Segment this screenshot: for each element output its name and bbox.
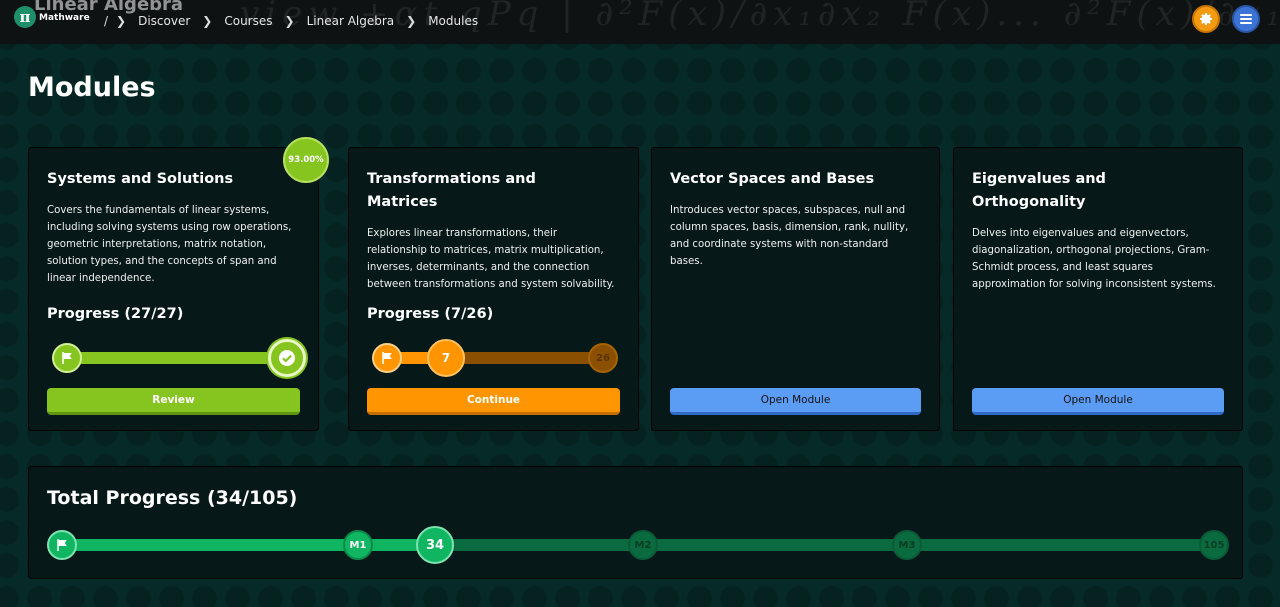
module-card-vector-spaces: Vector Spaces and Bases Introduces vecto…: [651, 147, 940, 431]
review-button[interactable]: Review: [47, 388, 300, 415]
module-progress-track: 7 26: [371, 338, 626, 378]
total-current-node: 34: [416, 526, 454, 564]
pi-logo-icon: π: [14, 6, 36, 28]
module-description: Explores linear transformations, their r…: [367, 228, 615, 290]
menu-button[interactable]: [1232, 5, 1260, 33]
page-title: Modules: [28, 72, 156, 103]
module-title: Transformations and Matrices: [367, 171, 536, 210]
module-description: Delves into eigenvalues and eigenvectors…: [972, 228, 1216, 290]
total-end-node: 105: [1199, 530, 1229, 560]
chevron-right-icon: ❯: [202, 14, 213, 28]
breadcrumb-discover[interactable]: Discover: [138, 14, 190, 28]
module-progress-track: [51, 338, 306, 378]
settings-button[interactable]: [1192, 5, 1220, 33]
module-title: Vector Spaces and Bases: [670, 171, 875, 187]
module-progress-label: Progress (7/26): [367, 306, 494, 322]
milestone-m1: M1: [343, 530, 373, 560]
logo[interactable]: π Mathware: [14, 6, 90, 28]
end-node: 26: [588, 343, 618, 373]
open-module-button[interactable]: Open Module: [972, 388, 1224, 415]
end-node-complete: [268, 339, 306, 377]
chevron-right-icon: ❯: [284, 14, 295, 28]
open-module-button[interactable]: Open Module: [670, 388, 921, 415]
flag-icon: [62, 352, 72, 364]
total-start-node: [47, 530, 77, 560]
progress-fill: [67, 352, 289, 364]
flag-icon: [57, 539, 67, 551]
module-card-systems: 93.00% Systems and Solutions Covers the …: [28, 137, 329, 431]
start-node: [52, 343, 82, 373]
total-progress-track: M1 34 M2 M3 105: [47, 525, 1232, 565]
breadcrumb-linear-algebra[interactable]: Linear Algebra: [307, 14, 395, 28]
total-progress-panel: Total Progress (34/105) M1 34 M2 M3 105: [28, 466, 1243, 579]
top-bar: view +αt qPq | ∂²F(x)/∂x₁∂x₂ F(x)... ∂²F…: [0, 0, 1280, 44]
chevron-right-icon: ❯: [116, 14, 127, 28]
module-card-transformations: Transformations and Matrices Explores li…: [348, 147, 639, 431]
milestone-m2: M2: [628, 530, 658, 560]
module-card-eigenvalues: Eigenvalues and Orthogonality Delves int…: [953, 147, 1243, 431]
flag-icon: [382, 352, 392, 364]
chevron-right-icon: ❯: [406, 14, 417, 28]
module-description: Introduces vector spaces, subspaces, nul…: [670, 205, 909, 267]
module-progress-label: Progress (27/27): [47, 306, 184, 322]
breadcrumb: / ❯ Discover ❯ Courses ❯ Linear Algebra …: [104, 14, 478, 28]
gear-icon: [1200, 13, 1212, 26]
breadcrumb-modules: Modules: [428, 14, 479, 28]
top-actions: [1192, 5, 1260, 33]
module-description: Covers the fundamentals of linear system…: [47, 205, 292, 284]
logo-text: Mathware: [39, 13, 90, 23]
total-progress-title: Total Progress (34/105): [47, 487, 298, 509]
check-badge-icon: [279, 350, 295, 366]
current-node: 7: [427, 339, 465, 377]
milestone-m3: M3: [892, 530, 922, 560]
total-progress-fill: [62, 539, 435, 551]
module-title: Eigenvalues and Orthogonality: [972, 171, 1106, 210]
menu-icon: [1240, 14, 1252, 24]
breadcrumb-courses[interactable]: Courses: [224, 14, 272, 28]
breadcrumb-root-slash: /: [104, 14, 109, 28]
continue-button[interactable]: Continue: [367, 388, 620, 415]
start-node: [372, 343, 402, 373]
module-title: Systems and Solutions: [47, 171, 234, 187]
